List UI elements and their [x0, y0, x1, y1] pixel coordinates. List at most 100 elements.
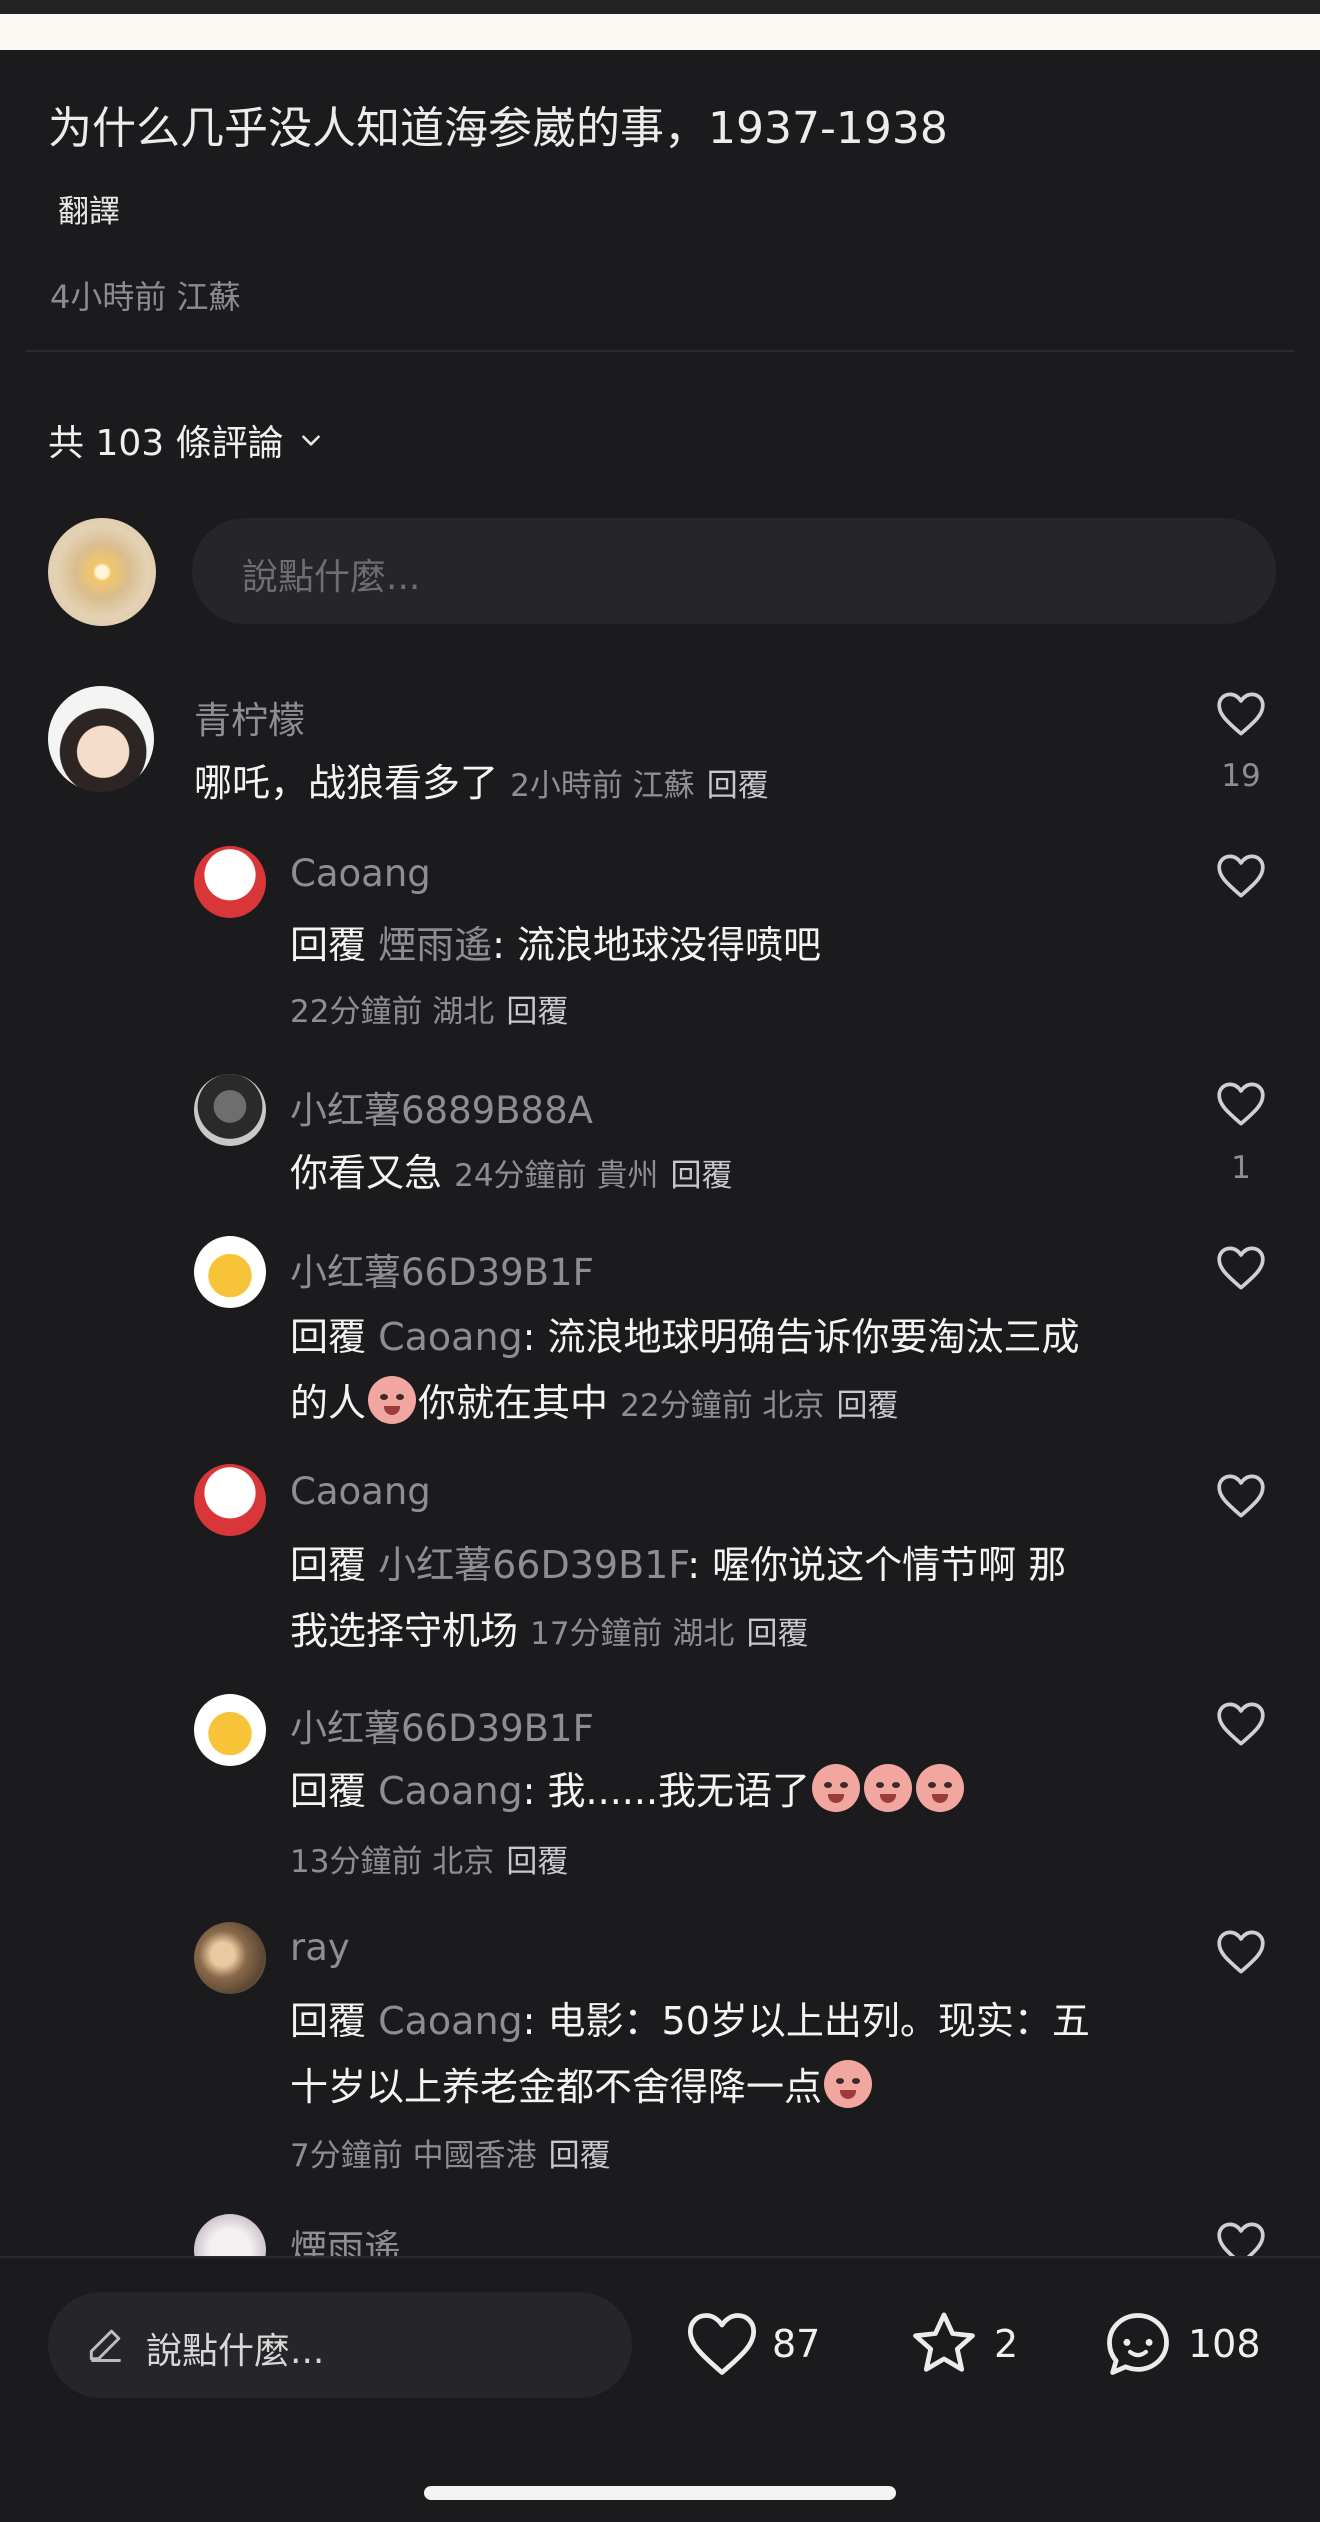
avatar[interactable] [194, 1922, 266, 1994]
comment-username[interactable]: 小红薯6889B88A [290, 1080, 593, 1134]
crying-emoji-icon [864, 1764, 913, 1812]
comment-sort-toggle[interactable]: 共 103 條評論 [48, 414, 324, 466]
translate-button[interactable]: 翻譯 [58, 186, 120, 231]
reply-target-username[interactable]: Caoang [378, 1315, 523, 1359]
comment-meta-line: 13分鐘前 北京 回覆 [290, 1836, 568, 1881]
avatar[interactable] [194, 846, 266, 918]
comment-text: : 喔你说这个情节啊 那 [687, 1543, 1067, 1587]
crying-emoji-icon [916, 1764, 965, 1812]
comment-text-line: 回覆 Caoang: 我......我无语了 [290, 1760, 966, 1815]
comment-meta-line: 22分鐘前 湖北 回覆 [290, 986, 568, 1031]
comment-text: : 我......我无语了 [522, 1769, 811, 1813]
comment-text-continued: 十岁以上养老金都不舍得降一点 [290, 2065, 823, 2109]
post-comment-count: 108 [1188, 2322, 1261, 2366]
like-count: 1 [1231, 1150, 1251, 1186]
home-indicator[interactable] [424, 2486, 896, 2500]
comment-username[interactable]: 小红薯66D39B1F [290, 1698, 594, 1752]
reply-prefix: 回覆 [290, 1543, 367, 1587]
image-bottom-edge [0, 14, 1320, 50]
reply-target-username[interactable]: Caoang [378, 1769, 523, 1813]
heart-icon[interactable] [1214, 852, 1268, 900]
post-like-count: 87 [772, 2322, 821, 2366]
reply-button[interactable]: 回覆 [506, 1844, 568, 1880]
comment-text-line: 回覆 Caoang: 电影：50岁以上出列。现实：五 [290, 1990, 1090, 2045]
avatar[interactable] [194, 1694, 266, 1766]
divider [26, 350, 1294, 352]
comment-text-line-2: 十岁以上养老金都不舍得降一点 [290, 2056, 874, 2111]
chat-bubble-icon [1107, 2313, 1169, 2375]
comment-username[interactable]: 小红薯66D39B1F [290, 1242, 594, 1296]
comment-meta: 2小時前 江蘇 [510, 768, 695, 804]
comment-meta: 13分鐘前 北京 [290, 1844, 495, 1880]
comment-username[interactable]: 青柠檬 [194, 690, 305, 744]
reply-button[interactable]: 回覆 [549, 2138, 611, 2174]
favorite-post-button[interactable]: 2 [906, 2306, 1018, 2382]
crying-emoji-icon [368, 1376, 417, 1424]
heart-icon[interactable] [1214, 690, 1268, 738]
reply-target-username[interactable]: 煙雨遙 [378, 923, 492, 967]
comment-text-line: 回覆 煙雨遙: 流浪地球没得喷吧 [290, 914, 821, 969]
comment-meta: 17分鐘前 湖北 [530, 1616, 735, 1652]
comment-text-line: 哪吒，战狼看多了 2小時前 江蘇 回覆 [194, 752, 769, 807]
reply-button[interactable]: 回覆 [707, 768, 769, 804]
comment-count-label: 共 103 條評論 [48, 423, 284, 464]
star-icon [913, 2312, 975, 2372]
comment-text-continued: 我选择守机场 [290, 1609, 519, 1653]
avatar[interactable] [194, 1074, 266, 1146]
comment-text: : 流浪地球明确告诉你要淘汰三成 [522, 1315, 1080, 1359]
bottom-comment-input[interactable]: 說點什麼... [48, 2292, 632, 2398]
reply-button[interactable]: 回覆 [747, 1616, 809, 1652]
reply-button[interactable]: 回覆 [837, 1388, 899, 1424]
avatar[interactable] [48, 686, 154, 792]
reply-prefix: 回覆 [290, 1315, 367, 1359]
chevron-down-icon [301, 435, 320, 446]
comment-meta: 7分鐘前 中國香港 [290, 2138, 537, 2174]
comment-input-placeholder: 說點什麼... [242, 557, 421, 598]
reply-button[interactable]: 回覆 [506, 994, 568, 1030]
post-title: 为什么几乎没人知道海参崴的事，1937-1938 [48, 103, 948, 154]
comment-text: 你看又急 [290, 1151, 443, 1195]
bottom-action-bar: 說點什麼... 87 2 108 [0, 2256, 1320, 2522]
post-comments-page: 为什么几乎没人知道海参崴的事，1937-1938 翻譯 4小時前 江蘇 共 10… [0, 0, 1320, 2522]
reply-prefix: 回覆 [290, 923, 367, 967]
comment-username[interactable]: Caoang [290, 852, 431, 895]
comment-text: : 流浪地球没得喷吧 [492, 923, 822, 967]
comment-meta-line: 7分鐘前 中國香港 回覆 [290, 2130, 611, 2175]
comment-text: : 电影：50岁以上出列。现实：五 [522, 1999, 1090, 2043]
like-post-button[interactable]: 87 [684, 2306, 820, 2382]
post-favorite-count: 2 [994, 2322, 1019, 2366]
comments-button[interactable]: 108 [1100, 2306, 1261, 2382]
crying-emoji-icon [824, 2060, 873, 2108]
comment-meta: 24分鐘前 貴州 [454, 1158, 659, 1194]
comment-text-line: 回覆 小红薯66D39B1F: 喔你说这个情节啊 那 [290, 1534, 1066, 1589]
heart-icon[interactable] [1214, 1472, 1268, 1520]
comment-text-continued: 的人 [290, 1381, 367, 1425]
reply-target-username[interactable]: 小红薯66D39B1F [378, 1543, 687, 1587]
heart-icon [687, 2313, 757, 2375]
comment-username[interactable]: Caoang [290, 1470, 431, 1513]
comment-username[interactable]: ray [290, 1926, 350, 1969]
comment-text-continued: 你就在其中 [418, 1381, 609, 1425]
like-count: 19 [1221, 758, 1261, 794]
comment-meta: 22分鐘前 湖北 [290, 994, 495, 1030]
my-avatar[interactable] [48, 518, 156, 626]
comment-text-line-2: 我选择守机场 17分鐘前 湖北 回覆 [290, 1600, 809, 1655]
bottom-comment-placeholder: 說點什麼... [146, 2331, 325, 2372]
avatar[interactable] [194, 1236, 266, 1308]
crying-emoji-icon [812, 1764, 861, 1812]
reply-target-username[interactable]: Caoang [378, 1999, 523, 2043]
heart-icon[interactable] [1214, 1700, 1268, 1748]
heart-icon[interactable] [1214, 1928, 1268, 1976]
comment-input[interactable]: 說點什麼... [192, 518, 1276, 624]
reply-prefix: 回覆 [290, 1999, 367, 2043]
post-meta: 4小時前 江蘇 [50, 278, 241, 316]
comment-text-line-2: 的人 你就在其中 22分鐘前 北京 回覆 [290, 1372, 899, 1427]
reply-prefix: 回覆 [290, 1769, 367, 1813]
status-bar-strip [0, 0, 1320, 14]
comment-text-line: 你看又急 24分鐘前 貴州 回覆 [290, 1142, 733, 1197]
pencil-icon [89, 2329, 121, 2362]
reply-button[interactable]: 回覆 [671, 1158, 733, 1194]
avatar[interactable] [194, 1464, 266, 1536]
heart-icon[interactable] [1214, 1244, 1268, 1292]
heart-icon[interactable] [1214, 1080, 1268, 1128]
